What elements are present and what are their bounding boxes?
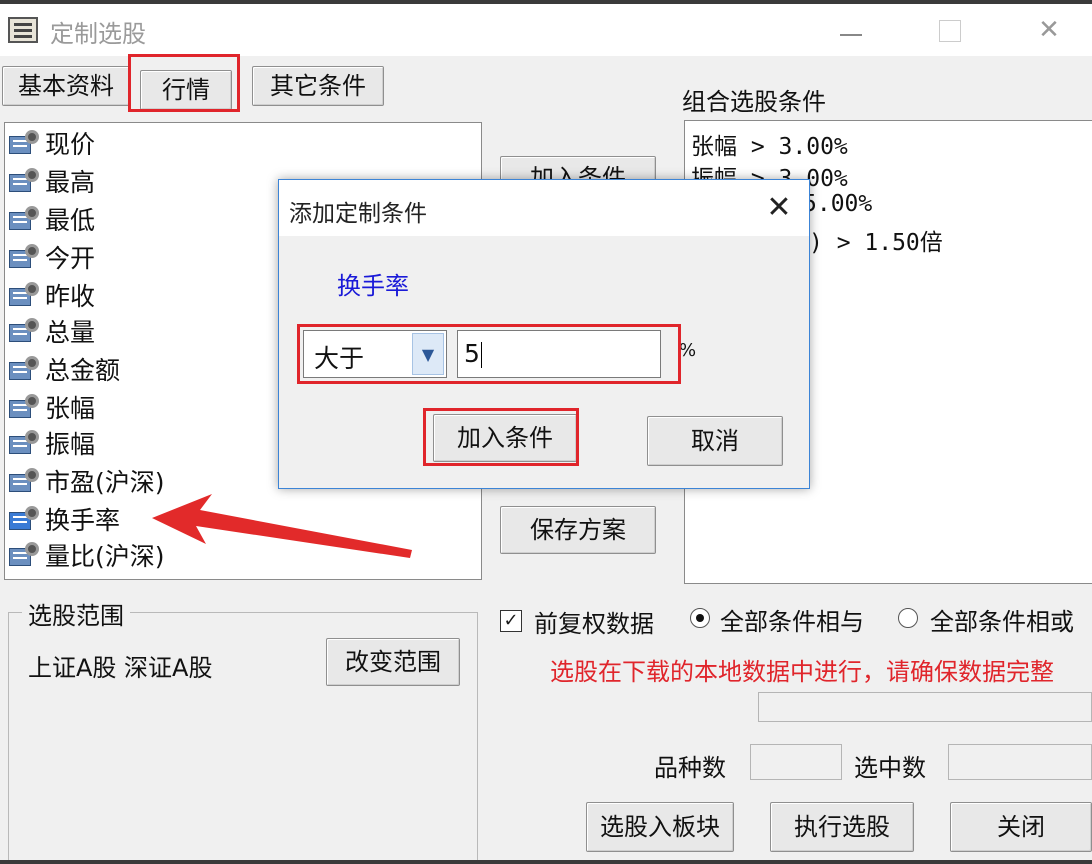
indicator-card-icon	[9, 206, 41, 232]
save-plan-button[interactable]: 保存方案	[500, 506, 656, 554]
input-highlight-box	[297, 324, 681, 384]
indicator-card-icon	[9, 506, 41, 532]
all-or-label: 全部条件相或	[930, 608, 1074, 636]
range-legend: 选股范围	[22, 596, 130, 631]
tab-highlight-box	[128, 54, 240, 112]
list-item[interactable]: 最高	[9, 165, 95, 201]
all-and-radio[interactable]	[690, 608, 710, 628]
title-bar: 定制选股 ✕	[0, 4, 1092, 56]
red-arrow-icon	[152, 494, 412, 558]
combined-conditions-heading: 组合选股条件	[682, 88, 826, 116]
all-and-label: 全部条件相与	[720, 608, 864, 636]
close-button[interactable]: 关闭	[950, 802, 1092, 852]
list-item[interactable]: 今开	[9, 241, 95, 277]
adjusted-data-checkbox[interactable]: ✓	[500, 610, 522, 632]
range-markets: 上证A股 深证A股	[28, 654, 213, 682]
list-item[interactable]: 张幅	[9, 391, 95, 427]
unit-label: %	[679, 340, 697, 361]
tab-basic-info[interactable]: 基本资料	[2, 66, 130, 106]
indicator-card-icon	[9, 130, 41, 156]
selected-count-field	[948, 744, 1092, 780]
condition-line[interactable]: ) > 1.50倍	[809, 223, 943, 257]
window-close-icon[interactable]: ✕	[1024, 10, 1074, 50]
variety-count-label: 品种数	[654, 754, 726, 782]
minimize-button[interactable]	[826, 10, 876, 50]
data-warning-text: 选股在下载的本地数据中进行，请确保数据完整	[550, 658, 1054, 686]
tab-other-conditions[interactable]: 其它条件	[252, 66, 384, 106]
change-range-button[interactable]: 改变范围	[326, 638, 460, 686]
list-item[interactable]: 现价	[9, 127, 95, 163]
condition-line[interactable]: 5.00%	[803, 191, 872, 217]
list-item[interactable]: 昨收	[9, 279, 95, 315]
list-item[interactable]: 量比(沪深)	[9, 539, 165, 575]
maximize-button[interactable]	[924, 10, 974, 50]
execute-selection-button[interactable]: 执行选股	[770, 802, 914, 852]
dialog-title: 添加定制条件	[289, 201, 427, 227]
close-icon[interactable]: ✕	[757, 186, 801, 230]
dialog-body: 换手率 大于 ▼ 5 % 加入条件 取消	[279, 236, 809, 488]
condition-line[interactable]: 张幅 > 3.00%	[691, 127, 848, 161]
window-title: 定制选股	[50, 20, 146, 48]
progress-field	[758, 692, 1092, 722]
list-item[interactable]: 总量	[9, 315, 95, 351]
indicator-card-icon	[9, 244, 41, 270]
list-item[interactable]: 最低	[9, 203, 95, 239]
indicator-card-icon	[9, 394, 41, 420]
condition-field-name: 换手率	[337, 272, 409, 300]
app-icon	[8, 17, 38, 43]
indicator-card-icon	[9, 356, 41, 382]
list-item[interactable]: 振幅	[9, 427, 95, 463]
list-item[interactable]: 总金额	[9, 353, 120, 389]
add-button-highlight-box	[423, 408, 579, 466]
list-item[interactable]: 市盈(沪深)	[9, 465, 165, 501]
indicator-card-icon	[9, 542, 41, 568]
indicator-card-icon	[9, 282, 41, 308]
add-to-block-button[interactable]: 选股入板块	[586, 802, 734, 852]
indicator-card-icon	[9, 318, 41, 344]
indicator-card-icon	[9, 430, 41, 456]
list-item-turnover-rate[interactable]: 换手率	[9, 503, 121, 539]
variety-count-field	[750, 744, 842, 780]
all-or-radio[interactable]	[898, 608, 918, 628]
selected-count-label: 选中数	[854, 754, 926, 782]
add-custom-condition-dialog: 添加定制条件 ✕ 换手率 大于 ▼ 5 % 加入条件 取消	[278, 179, 810, 489]
indicator-card-icon	[9, 468, 41, 494]
dialog-cancel-button[interactable]: 取消	[647, 416, 783, 466]
adjusted-data-label: 前复权数据	[534, 610, 654, 638]
custom-stock-picker-window: 定制选股 ✕ 基本资料 行情 其它条件 现价 最高 最低 今开 昨收 总量 总金…	[0, 4, 1092, 860]
indicator-card-icon	[9, 168, 41, 194]
